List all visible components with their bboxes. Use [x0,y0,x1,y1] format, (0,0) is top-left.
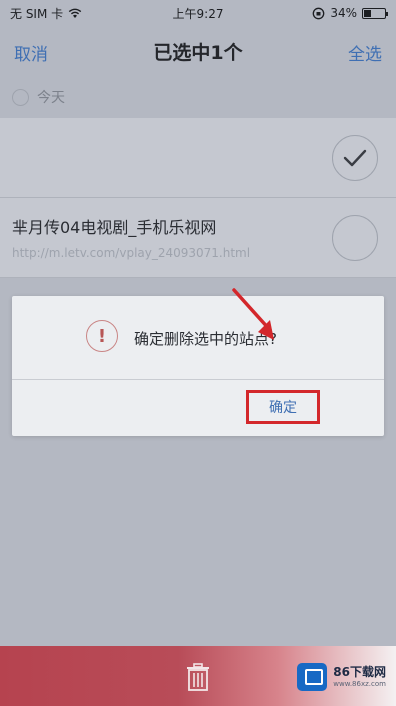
battery-percent: 34% [330,6,357,20]
cancel-button[interactable]: 取消 [14,40,48,65]
list-item-title: 芈月传04电视剧_手机乐视网 [12,218,217,237]
select-all-button[interactable]: 全选 [348,40,382,65]
watermark-text: 86下载网 [333,665,386,680]
status-bar: 无 SIM 卡 上午9:27 34% [0,0,396,26]
bookmark-list: 芈月传04电视剧_手机乐视网 http://m.letv.com/vplay_2… [0,118,396,278]
watermark-text-block: 86下载网 www.86xz.com [333,665,386,688]
orientation-lock-icon [312,7,325,20]
confirm-button[interactable]: 确定 [246,390,320,424]
confirm-delete-dialog: ! 确定删除选中的站点? 确定 [12,296,384,436]
watermark-sub: www.86xz.com [333,679,386,688]
status-left: 无 SIM 卡 [10,5,82,22]
alert-icon: ! [86,320,118,352]
status-time: 上午9:27 [172,6,224,21]
checkmark-icon [343,149,367,167]
wifi-icon [68,8,82,19]
section-header-label: 今天 [37,90,65,106]
list-item[interactable] [0,118,396,198]
selected-checkmark[interactable] [332,135,378,181]
unselected-circle[interactable] [332,215,378,261]
dialog-divider [12,379,384,380]
page-title: 已选中1个 [153,41,243,64]
watermark-logo-icon [297,663,328,691]
nav-bar: 取消 已选中1个 全选 [0,26,396,76]
confirm-button-label: 确定 [269,400,297,416]
battery-icon [362,7,388,19]
list-item[interactable]: 芈月传04电视剧_手机乐视网 http://m.letv.com/vplay_2… [0,198,396,278]
section-header-today[interactable]: 今天 [0,78,396,116]
status-right: 34% [312,6,388,20]
list-item-url: http://m.letv.com/vplay_24093071.html [12,246,251,260]
watermark: 86下载网 www.86xz.com [297,663,386,691]
trash-icon[interactable] [183,662,213,692]
annotation-arrow-icon [232,288,274,340]
battery-level [364,9,371,17]
carrier-text: 无 SIM 卡 [10,6,64,21]
section-select-circle[interactable] [12,88,29,106]
